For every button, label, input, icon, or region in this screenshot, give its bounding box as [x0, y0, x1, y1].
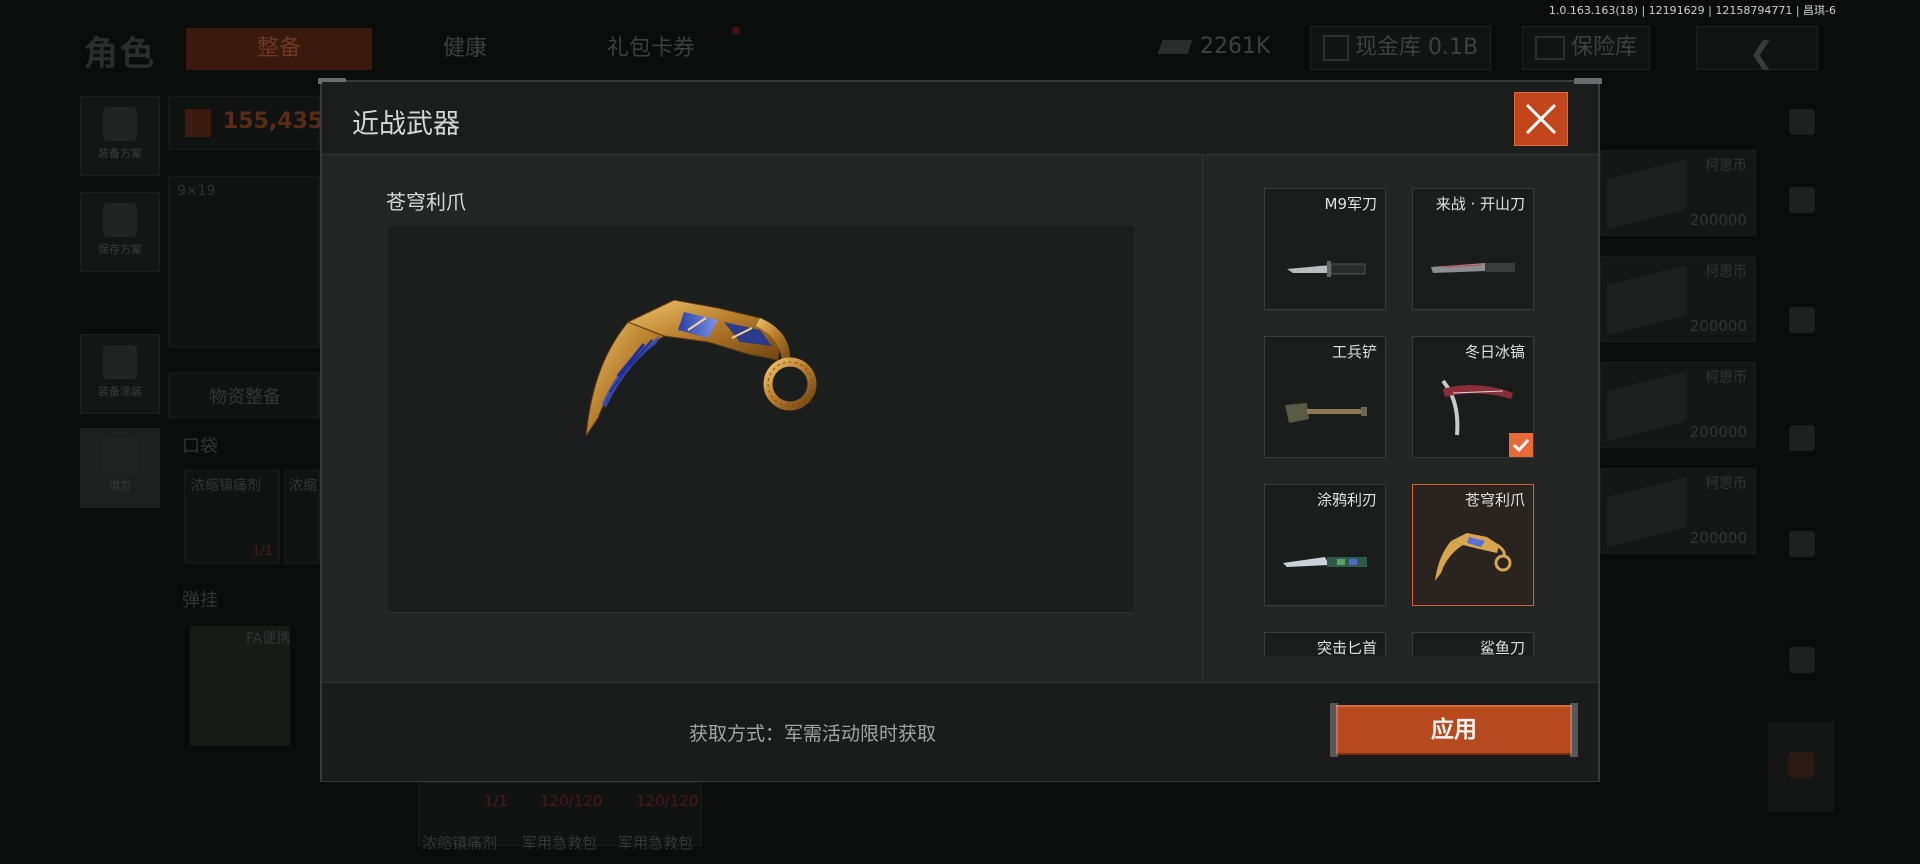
melee-weapon-dialog: 近战武器 苍穹利爪 M9军刀 来战 · 开山刀 工兵铲 冬日冰镐 涂鸦利刃 苍穹…	[318, 78, 1602, 782]
gear-bag-icon[interactable]	[1780, 300, 1824, 340]
shovel-icon	[1285, 403, 1367, 423]
back-button[interactable]: ❮	[1696, 26, 1818, 71]
money-card[interactable]: 柯恩币 200000	[1600, 256, 1756, 342]
pocket-label: 口袋	[182, 436, 218, 457]
grenade-icon[interactable]	[1780, 418, 1824, 458]
ticket-icon	[1157, 40, 1193, 54]
selected-weapon-name: 苍穹利爪	[386, 190, 466, 214]
rig-name: FA便携	[246, 631, 291, 647]
equipped-check-icon	[1509, 433, 1533, 457]
home-icon[interactable]	[1780, 180, 1824, 220]
cash-vault-button[interactable]: 现金库 0.1B	[1310, 26, 1492, 70]
machete-icon	[1431, 263, 1515, 273]
supply-tab[interactable]: 物资整备	[168, 372, 320, 418]
dialog-title: 近战武器	[352, 109, 460, 140]
potential-button[interactable]: 潜力	[80, 428, 160, 508]
close-button[interactable]	[1514, 92, 1568, 146]
money-card[interactable]: 柯恩币 200000	[1600, 362, 1756, 448]
ticket-value: 2261K	[1200, 34, 1271, 59]
bottom-item-count: 120/120	[540, 792, 603, 810]
cash-stack-icon	[1607, 371, 1687, 441]
notification-dot	[732, 26, 740, 34]
version-text: 1.0.163.163(18) | 12191629 | 12158794771…	[1548, 4, 1836, 17]
cash-stack-icon	[1607, 265, 1687, 335]
currency-value: 155,435	[223, 109, 324, 134]
tab-health[interactable]: 健康	[372, 28, 558, 70]
pocket-item[interactable]: 浓缩	[284, 470, 320, 564]
potential-icon	[103, 439, 137, 473]
bottom-item-count: 1/1	[484, 792, 509, 810]
karambit-preview-image	[585, 299, 817, 437]
tab-gift-cards[interactable]: 礼包卡券	[558, 28, 744, 70]
download-icon	[103, 203, 137, 237]
ticket-resource[interactable]: 2261K	[1157, 26, 1271, 68]
page-title: 角色	[84, 34, 156, 74]
bottom-item-name: 军用急救包	[522, 834, 598, 852]
acquisition-text: 获取方式：军需活动限时获取	[689, 723, 937, 745]
money-card[interactable]: 柯恩币 200000	[1600, 150, 1756, 236]
pin-icon[interactable]	[1780, 640, 1824, 680]
panel-divider	[1202, 155, 1203, 680]
skin-button[interactable]: 装备涂装	[80, 334, 160, 414]
cash-stack-icon	[1607, 477, 1687, 547]
rig-label: 弹挂	[182, 590, 218, 611]
weapon-item-machete[interactable]: 来战 · 开山刀	[1412, 188, 1534, 310]
karambit-icon	[1435, 533, 1512, 581]
bayonet-icon	[1287, 261, 1366, 277]
bottom-item-name: 军用急救包	[618, 834, 694, 852]
weapon-preview[interactable]	[388, 226, 1134, 613]
coin-icon	[185, 109, 211, 137]
weapon-item-karambit[interactable]: 苍穹利爪	[1412, 484, 1534, 606]
weapon-item-assault-dagger[interactable]: 突击匕首	[1264, 632, 1386, 656]
cash-stack-icon	[1607, 159, 1687, 229]
tab-outfit[interactable]: 整备	[186, 28, 372, 70]
ammo-label: 9×19	[177, 183, 216, 199]
helmet-icon	[103, 345, 137, 379]
ammo-panel: 9×19	[168, 176, 320, 348]
currency-panel: 155,435	[168, 96, 324, 150]
money-card[interactable]: 柯恩币 200000	[1600, 468, 1756, 554]
pocket-item[interactable]: 浓缩镇痛剂 1/1	[184, 470, 280, 564]
loadout-plan-button[interactable]: 装备方案	[80, 96, 160, 176]
bottom-item-count: 120/120	[636, 792, 699, 810]
weapon-item-shovel[interactable]: 工兵铲	[1264, 336, 1386, 458]
layers-icon[interactable]	[1780, 102, 1824, 142]
weapon-list[interactable]: M9军刀 来战 · 开山刀 工兵铲 冬日冰镐 涂鸦利刃 苍穹利爪 突击匕首 鲨鱼…	[1264, 188, 1544, 656]
cash-vault-label: 现金库 0.1B	[1355, 35, 1479, 60]
helmet-icon[interactable]	[1780, 524, 1824, 564]
graffiti-blade-icon	[1283, 557, 1367, 567]
back-arrow-icon: ❮	[1749, 36, 1775, 71]
apply-button[interactable]: 应用	[1330, 703, 1578, 757]
melee-slot-icon[interactable]	[1768, 722, 1834, 812]
save-plan-button[interactable]: 保存方案	[80, 192, 160, 272]
supply-tab-label: 物资整备	[209, 387, 281, 408]
ice-pick-icon	[1441, 379, 1513, 436]
weapon-item-ice-pick[interactable]: 冬日冰镐	[1412, 336, 1534, 458]
safe-button[interactable]: 保险库	[1522, 26, 1651, 70]
dialog-footer: 获取方式：军需活动限时获取 应用	[322, 682, 1598, 781]
close-icon	[1525, 103, 1557, 135]
bottom-item-name: 浓缩镇痛剂	[422, 834, 498, 852]
vest-icon	[103, 107, 137, 141]
weapon-item-shark-knife[interactable]: 鲨鱼刀	[1412, 632, 1534, 656]
weapon-item-m9-bayonet[interactable]: M9军刀	[1264, 188, 1386, 310]
safe-label: 保险库	[1571, 35, 1638, 60]
vault-icon	[1323, 35, 1349, 61]
weapon-item-graffiti-blade[interactable]: 涂鸦利刃	[1264, 484, 1386, 606]
safe-icon	[1535, 36, 1565, 60]
dialog-header: 近战武器	[322, 82, 1598, 155]
